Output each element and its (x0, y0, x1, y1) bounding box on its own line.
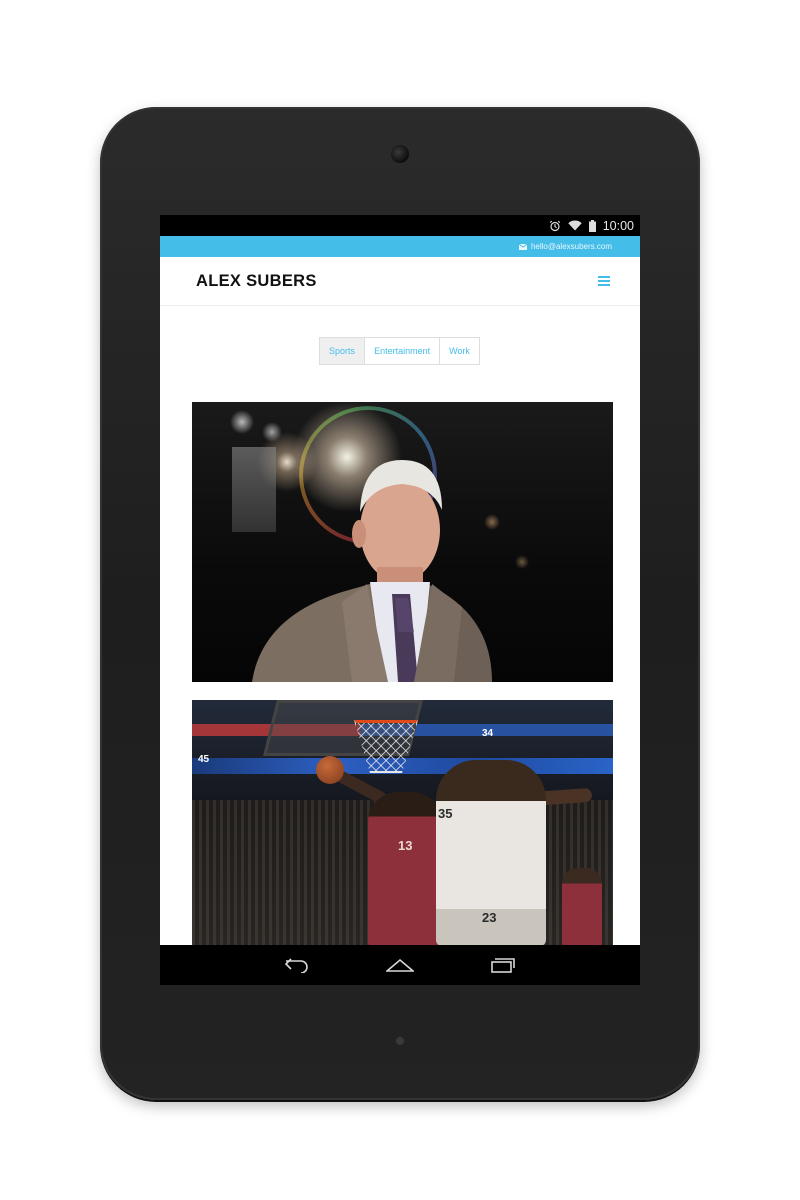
battery-icon (588, 219, 596, 232)
basketball-dunk-photo[interactable]: 45 34 13 35 23 (192, 700, 613, 946)
top-contact-bar: hello@alexsubers.com (160, 236, 640, 257)
scoreboard-number: 34 (482, 728, 494, 739)
player-maroon (368, 792, 442, 946)
android-nav-bar (160, 945, 640, 985)
front-camera-icon (391, 145, 409, 163)
jersey-number: 35 (438, 806, 453, 821)
back-icon[interactable] (284, 957, 310, 973)
coach-figure (252, 460, 492, 682)
home-icon[interactable] (386, 958, 414, 972)
site-logo[interactable]: ALEX SUBERS (196, 272, 317, 291)
player-background (562, 868, 602, 946)
filter-work[interactable]: Work (439, 337, 480, 365)
filter-sports[interactable]: Sports (319, 337, 366, 365)
mail-icon (518, 243, 527, 250)
microphone-dot (396, 1037, 404, 1045)
coach-portrait-photo[interactable] (192, 402, 613, 682)
photo-gallery: 45 34 13 35 23 (160, 402, 640, 946)
site-header: ALEX SUBERS (160, 257, 640, 306)
status-time: 10:00 (602, 218, 634, 233)
tablet-screen: 10:00 hello@alexsubers.com ALEX SUBERS S… (160, 215, 640, 985)
jersey-number: 13 (398, 838, 413, 853)
basketball-icon (316, 756, 344, 784)
status-bar: 10:00 (160, 215, 640, 236)
contact-email-link[interactable]: hello@alexsubers.com (531, 242, 612, 251)
alarm-icon (549, 220, 561, 232)
wifi-icon (568, 220, 582, 231)
scoreboard-number: 45 (198, 754, 210, 765)
stage: 10:00 hello@alexsubers.com ALEX SUBERS S… (0, 0, 800, 1200)
jersey-number: 23 (482, 910, 497, 925)
hamburger-menu-icon[interactable] (598, 276, 610, 286)
recents-icon[interactable] (490, 957, 516, 973)
filter-entertainment[interactable]: Entertainment (364, 337, 441, 365)
category-filters: Sports Entertainment Work (160, 337, 640, 365)
